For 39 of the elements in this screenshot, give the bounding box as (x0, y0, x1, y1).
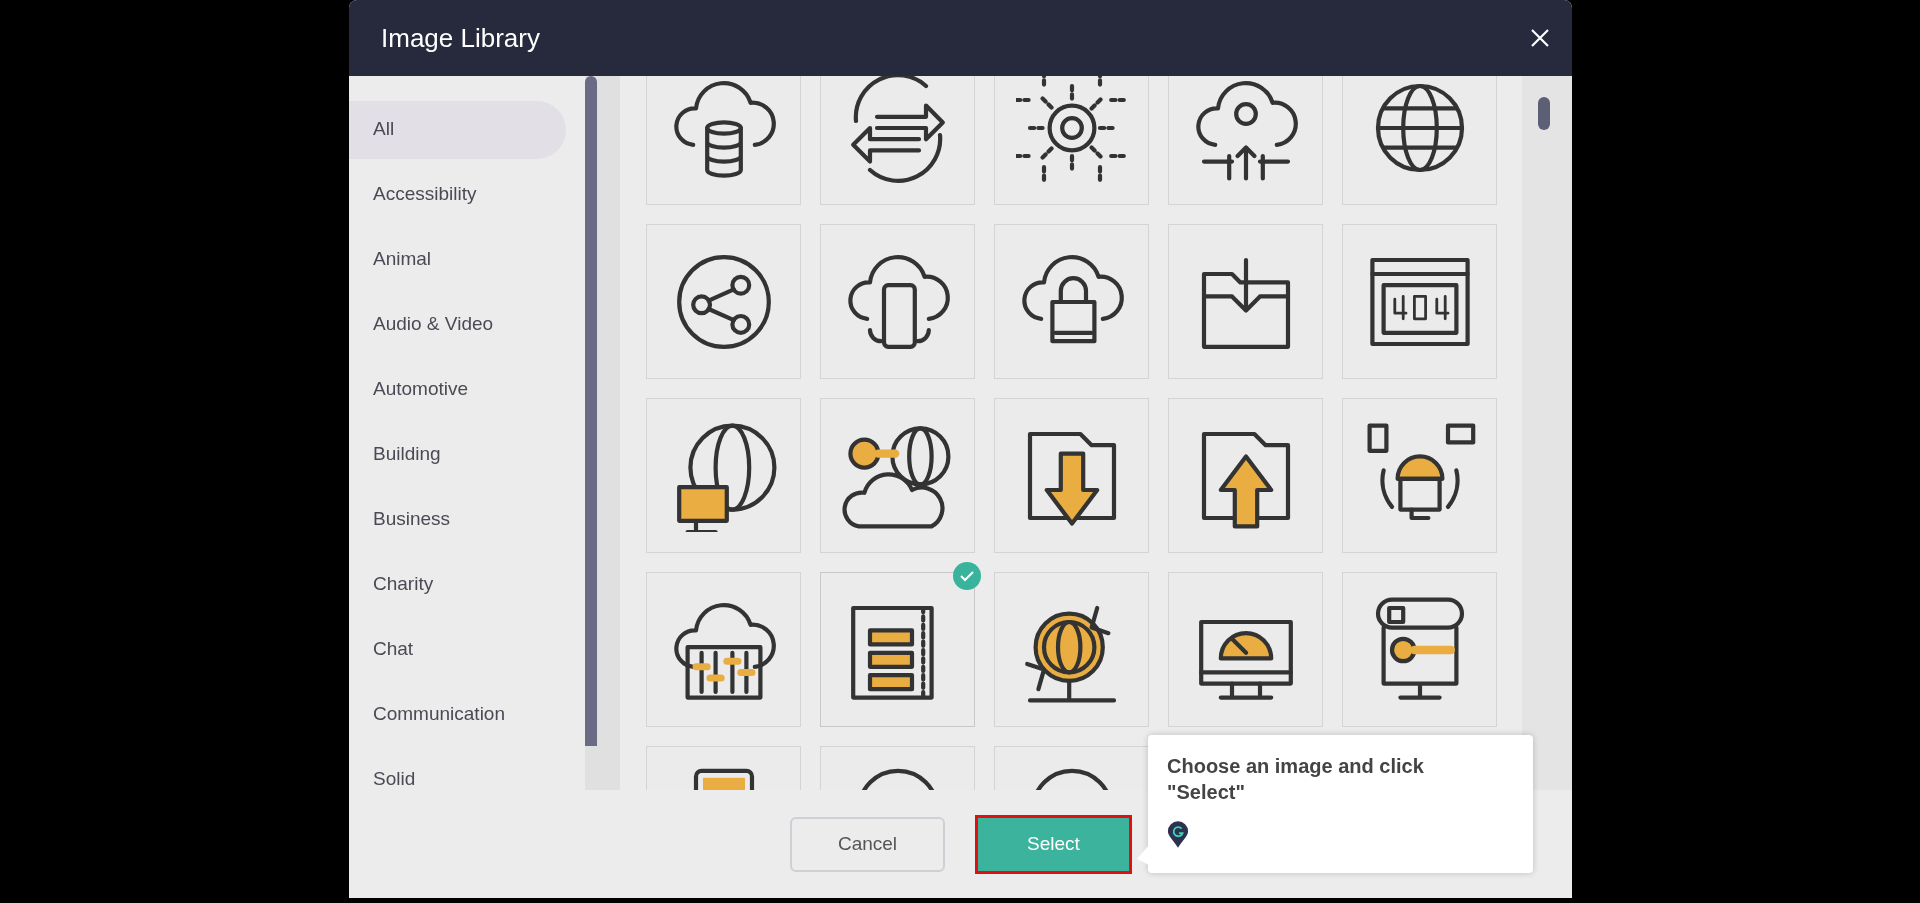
map-pin-icon (1167, 821, 1189, 849)
category-item[interactable]: Chat (349, 620, 566, 679)
category-item[interactable]: Solid (349, 750, 566, 790)
image-tile[interactable] (1342, 572, 1497, 727)
image-tile[interactable] (1168, 398, 1323, 553)
image-tile[interactable] (1342, 224, 1497, 379)
scrollbar-thumb[interactable] (1538, 97, 1550, 130)
dialog-title: Image Library (381, 21, 540, 55)
category-item[interactable]: All (349, 100, 566, 159)
image-tile[interactable] (646, 572, 801, 727)
category-item[interactable]: Accessibility (349, 165, 566, 224)
scrollbar-thumb[interactable] (585, 76, 597, 746)
category-item[interactable]: Animal (349, 230, 566, 289)
image-tile[interactable] (1168, 572, 1323, 727)
image-tile[interactable] (820, 224, 975, 379)
category-item[interactable]: Building (349, 425, 566, 484)
image-tile[interactable] (646, 76, 801, 205)
close-icon[interactable] (1530, 28, 1550, 48)
cancel-button[interactable]: Cancel (790, 816, 945, 872)
image-tile[interactable] (1168, 224, 1323, 379)
image-tile[interactable] (646, 224, 801, 379)
image-tile[interactable] (1168, 76, 1323, 205)
image-tile[interactable] (1342, 398, 1497, 553)
image-tile[interactable] (646, 398, 801, 553)
image-tile[interactable] (994, 398, 1149, 553)
tooltip-text: Choose an image and click "Select" (1167, 754, 1425, 805)
image-tile[interactable] (994, 76, 1149, 205)
image-tile[interactable] (1342, 76, 1497, 205)
image-tile[interactable] (820, 572, 975, 727)
image-tile[interactable] (820, 398, 975, 553)
checkmark-icon (953, 562, 981, 590)
category-item[interactable]: Charity (349, 555, 566, 614)
category-item[interactable]: Business (349, 490, 566, 549)
image-tile[interactable] (994, 572, 1149, 727)
category-item[interactable]: Audio & Video (349, 295, 566, 354)
image-tile[interactable] (820, 76, 975, 205)
category-item[interactable]: Communication (349, 685, 566, 744)
category-item[interactable]: Automotive (349, 360, 566, 419)
image-tile[interactable] (994, 224, 1149, 379)
